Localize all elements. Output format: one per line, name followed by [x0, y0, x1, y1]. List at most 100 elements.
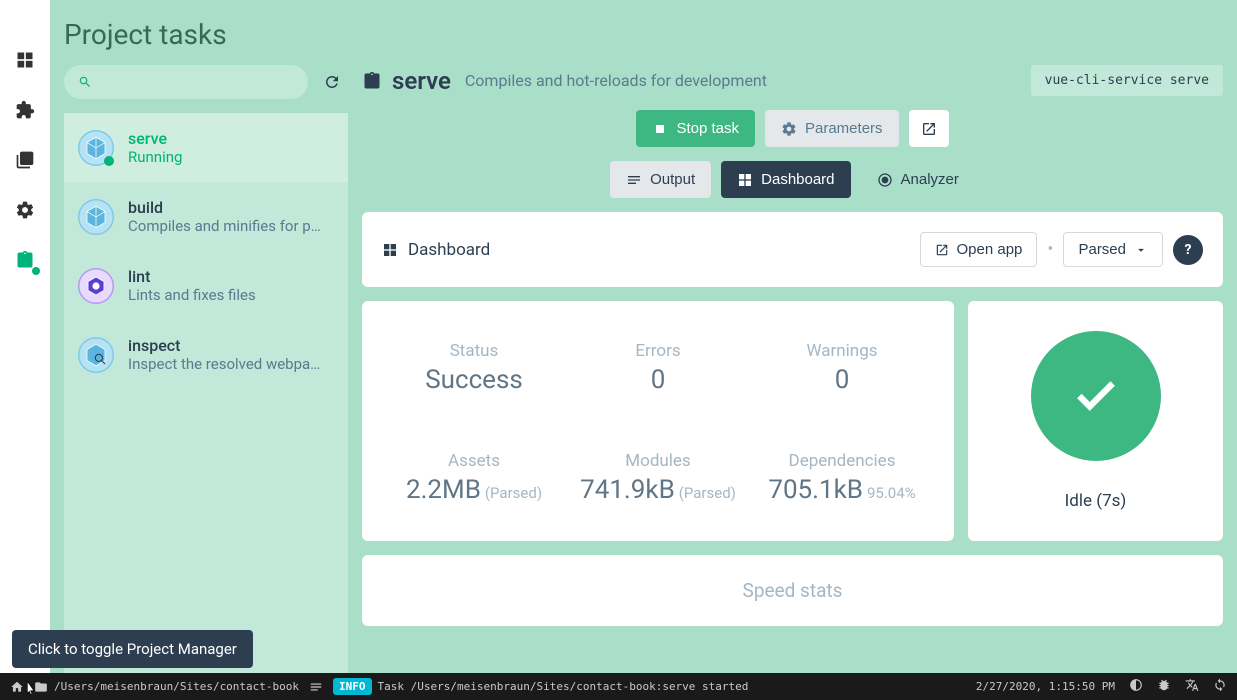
- open-external-button[interactable]: [909, 110, 949, 147]
- dependencies-icon[interactable]: [13, 148, 37, 172]
- plugins-icon[interactable]: [13, 98, 37, 122]
- log-message: Task /Users/meisenbraun/Sites/contact-bo…: [378, 680, 749, 693]
- sync-icon: [1213, 678, 1227, 692]
- bug-button[interactable]: [1157, 678, 1171, 695]
- task-desc: Inspect the resolved webpa…: [128, 355, 320, 373]
- task-item-inspect[interactable]: inspect Inspect the resolved webpa…: [64, 320, 348, 389]
- speed-stats-panel: Speed stats: [362, 555, 1223, 626]
- path-text: /Users/meisenbraun/Sites/contact-book: [54, 680, 299, 693]
- page-title: Project tasks: [50, 0, 1237, 65]
- dashboard-tab-icon: [737, 172, 753, 188]
- notes-icon: [309, 680, 323, 694]
- stat-warnings: Warnings 0: [750, 341, 934, 401]
- stat-sub: (Parsed): [679, 484, 736, 502]
- stat-label: Assets: [382, 451, 566, 471]
- stat-value: 0: [750, 365, 934, 395]
- task-list: serve Running build Compiles and minifie…: [64, 113, 348, 673]
- hexagon-icon: [78, 268, 114, 304]
- dashboard-panel-header: Dashboard Open app • Parsed ?: [362, 212, 1223, 287]
- main-content: serve Compiles and hot-reloads for devel…: [362, 65, 1237, 673]
- task-item-serve[interactable]: serve Running: [64, 113, 348, 182]
- cube-icon: [78, 130, 114, 166]
- stat-modules: Modules 741.9kB (Parsed): [566, 451, 750, 511]
- stop-task-button[interactable]: Stop task: [636, 110, 755, 147]
- stat-label: Modules: [566, 451, 750, 471]
- tab-label: Output: [650, 171, 695, 188]
- stat-label: Warnings: [750, 341, 934, 361]
- stat-sub: (Parsed): [485, 484, 542, 502]
- main-command: vue-cli-service serve: [1031, 65, 1223, 96]
- timestamp: 2/27/2020, 1:15:50 PM: [976, 680, 1115, 693]
- success-check-icon: [1031, 331, 1161, 461]
- tab-output[interactable]: Output: [610, 161, 711, 198]
- open-external-icon: [921, 121, 937, 137]
- main-task-name: serve: [392, 67, 451, 95]
- stat-sub: 95.04%: [867, 484, 916, 502]
- task-sidebar: serve Running build Compiles and minifie…: [64, 65, 348, 673]
- stat-status: Status Success: [382, 341, 566, 401]
- config-icon[interactable]: [13, 198, 37, 222]
- button-label: Open app: [957, 241, 1023, 258]
- stat-label: Errors: [566, 341, 750, 361]
- status-bar: /Users/meisenbraun/Sites/contact-book IN…: [0, 673, 1237, 700]
- reload-button[interactable]: [316, 66, 348, 98]
- tab-label: Dashboard: [761, 171, 834, 188]
- cube-search-icon: [78, 337, 114, 373]
- dropdown-label: Parsed: [1078, 241, 1126, 258]
- stat-value: 2.2MB: [406, 475, 481, 505]
- stat-value: 0: [566, 365, 750, 395]
- tasks-icon[interactable]: [13, 248, 37, 272]
- parsed-dropdown[interactable]: Parsed: [1063, 232, 1163, 267]
- translate-button[interactable]: [1185, 678, 1199, 695]
- stat-label: Dependencies: [750, 451, 934, 471]
- stat-label: Status: [382, 341, 566, 361]
- stat-value: Success: [382, 365, 566, 395]
- dashboard-icon[interactable]: [13, 48, 37, 72]
- parameters-button[interactable]: Parameters: [765, 110, 899, 147]
- bug-icon: [1157, 678, 1171, 692]
- open-app-button[interactable]: Open app: [920, 232, 1038, 267]
- panel-title: Dashboard: [408, 240, 490, 260]
- task-desc: Running: [128, 148, 182, 166]
- task-item-build[interactable]: build Compiles and minifies for p…: [64, 182, 348, 251]
- button-label: Stop task: [676, 120, 739, 137]
- donut-icon: [877, 172, 893, 188]
- search-input[interactable]: [64, 65, 308, 99]
- theme-toggle[interactable]: [1129, 678, 1143, 695]
- main-task-desc: Compiles and hot-reloads for development: [465, 71, 767, 90]
- task-desc: Lints and fixes files: [128, 286, 256, 304]
- project-path[interactable]: /Users/meisenbraun/Sites/contact-book: [34, 680, 299, 694]
- stop-icon: [652, 121, 668, 137]
- stat-assets: Assets 2.2MB (Parsed): [382, 451, 566, 511]
- reload-icon: [323, 73, 341, 91]
- task-desc: Compiles and minifies for p…: [128, 217, 321, 235]
- refresh-button[interactable]: [1213, 678, 1227, 695]
- tab-analyzer[interactable]: Analyzer: [861, 161, 975, 198]
- task-name: inspect: [128, 336, 320, 355]
- task-name: build: [128, 198, 321, 217]
- tab-dashboard[interactable]: Dashboard: [721, 161, 850, 198]
- task-name: lint: [128, 267, 256, 286]
- search-icon: [78, 75, 92, 89]
- open-external-icon: [935, 243, 949, 257]
- separator: •: [1047, 239, 1053, 260]
- button-label: Parameters: [805, 120, 883, 137]
- log-level-badge: INFO: [333, 678, 372, 695]
- tab-label: Analyzer: [901, 171, 959, 188]
- console-button[interactable]: [309, 680, 323, 694]
- navigation-rail: [0, 0, 50, 673]
- clipboard-icon: [362, 71, 382, 91]
- status-panel: Idle (7s): [968, 301, 1223, 541]
- chevron-down-icon: [1134, 243, 1148, 257]
- stats-grid: Status Success Errors 0 Warnings 0 Asset…: [362, 301, 954, 541]
- task-item-lint[interactable]: lint Lints and fixes files: [64, 251, 348, 320]
- status-text: Idle (7s): [1065, 491, 1127, 511]
- contrast-icon: [1129, 678, 1143, 692]
- help-button[interactable]: ?: [1173, 235, 1203, 265]
- task-name: serve: [128, 129, 182, 148]
- dashboard-icon: [382, 242, 398, 258]
- translate-icon: [1185, 678, 1199, 692]
- tooltip: Click to toggle Project Manager: [12, 630, 253, 668]
- notes-icon: [626, 172, 642, 188]
- stat-errors: Errors 0: [566, 341, 750, 401]
